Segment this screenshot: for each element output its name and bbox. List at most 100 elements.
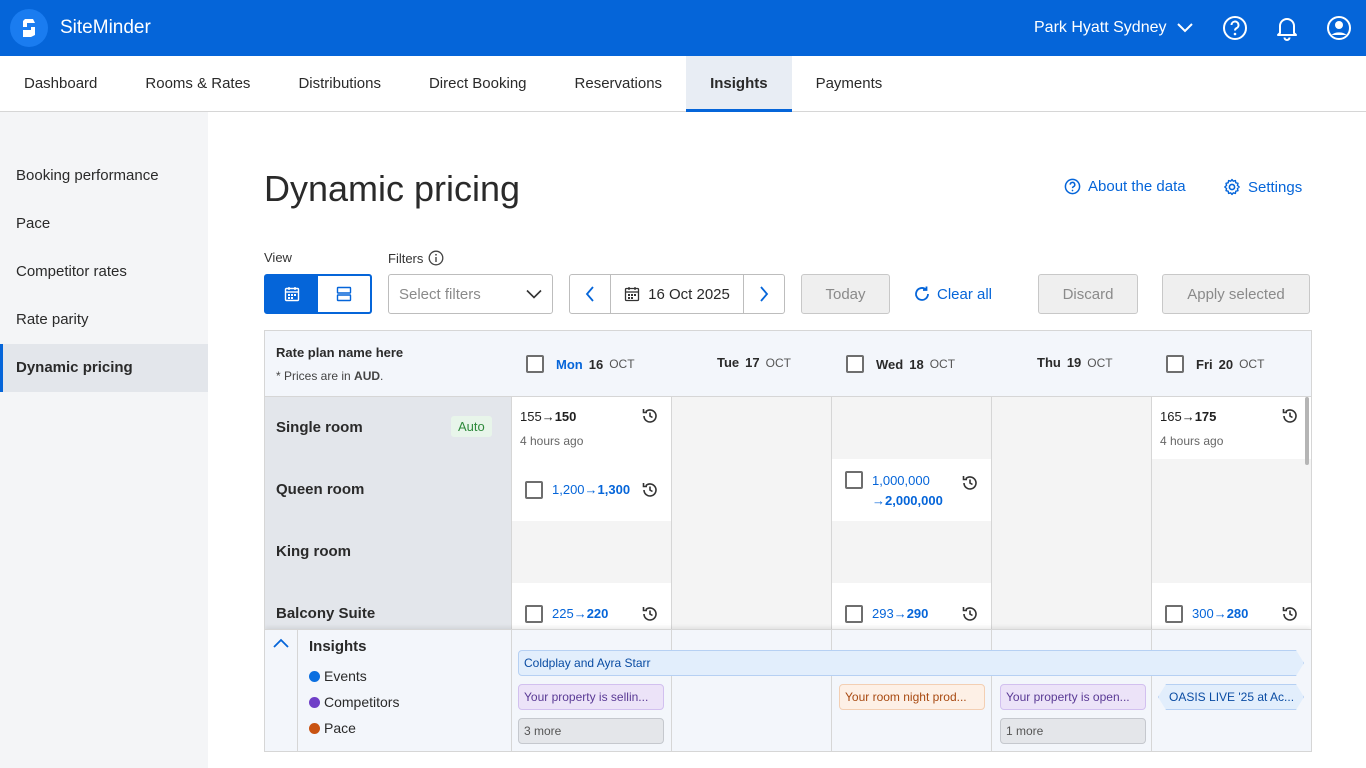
empty-cell [1152, 459, 1311, 521]
nav-dashboard[interactable]: Dashboard [0, 56, 121, 112]
day-name: Wed [876, 356, 904, 372]
select-column-checkbox[interactable] [846, 355, 864, 373]
insights-column [672, 630, 832, 751]
table-row: Queen room 1,200→1,300 1,000,000 →2,000,0… [265, 459, 1311, 521]
price-checkbox[interactable] [845, 471, 863, 489]
price-change: 165→175 [1160, 409, 1217, 424]
sidebar-item-rate-parity[interactable]: Rate parity [0, 296, 208, 344]
month: OCT [929, 357, 956, 371]
help-icon[interactable] [1222, 15, 1248, 41]
nav-rooms-rates[interactable]: Rooms & Rates [121, 56, 274, 112]
history-icon[interactable] [641, 605, 659, 623]
competitor-insight-chip[interactable]: Your property is sellin... [518, 684, 664, 710]
pace-insight-chip[interactable]: Your room night prod... [839, 684, 985, 710]
chevron-up-icon [273, 638, 289, 648]
price-checkbox[interactable] [525, 605, 543, 623]
room-name: Queen room [276, 481, 365, 498]
price-to: 220 [586, 606, 609, 621]
price-from: 165 [1160, 409, 1182, 424]
filters-select[interactable]: Select filters [388, 274, 553, 314]
price-change: 293→290 [872, 606, 929, 621]
view-toggle [264, 274, 372, 314]
legend-competitors: Competitors [309, 694, 399, 710]
settings-link[interactable]: Settings [1223, 178, 1302, 196]
nav-direct-booking[interactable]: Direct Booking [405, 56, 551, 112]
event-chip-coldplay[interactable]: Coldplay and Ayra Starr [518, 650, 1304, 676]
calendar-view-button[interactable] [266, 276, 318, 312]
empty-cell [992, 397, 1152, 459]
user-account-icon[interactable] [1326, 15, 1352, 41]
nav-distributions[interactable]: Distributions [274, 56, 405, 112]
price-to: 2,000,000 [885, 493, 943, 508]
select-column-checkbox[interactable] [1166, 355, 1184, 373]
price-from: 293 [872, 606, 894, 621]
previous-date-button[interactable] [570, 275, 610, 313]
next-date-button[interactable] [744, 275, 784, 313]
month: OCT [1239, 357, 1265, 371]
price-change: 225→220 [552, 606, 609, 621]
sidebar-item-booking-performance[interactable]: Booking performance [0, 152, 208, 200]
discard-button[interactable]: Discard [1038, 274, 1138, 314]
date-field[interactable]: 16 Oct 2025 [610, 275, 744, 313]
legend-label: Events [324, 668, 367, 684]
chevron-down-icon [526, 289, 542, 299]
auto-badge: Auto [451, 416, 492, 437]
empty-cell [992, 521, 1152, 583]
day-header-mon: Mon 16 OCT [526, 355, 635, 373]
price-to: 1,300 [597, 482, 631, 497]
price-to: 290 [906, 606, 929, 621]
day-name: Fri [1196, 356, 1213, 372]
sidebar-item-dynamic-pricing[interactable]: Dynamic pricing [0, 344, 208, 392]
price-checkbox[interactable] [845, 605, 863, 623]
currency-code: AUD [354, 369, 381, 383]
page-title: Dynamic pricing [264, 168, 521, 209]
nav-reservations[interactable]: Reservations [551, 56, 687, 112]
select-column-checkbox[interactable] [526, 355, 544, 373]
bell-icon[interactable] [1274, 15, 1300, 41]
competitor-insight-chip[interactable]: Your property is open... [1000, 684, 1146, 710]
history-icon[interactable] [1281, 407, 1299, 425]
apply-selected-button[interactable]: Apply selected [1162, 274, 1310, 314]
price-checkbox[interactable] [1165, 605, 1183, 623]
sidebar-item-pace[interactable]: Pace [0, 200, 208, 248]
property-name: Park Hyatt Sydney [1034, 19, 1167, 36]
history-icon[interactable] [961, 605, 979, 623]
more-insights-chip[interactable]: 3 more [518, 718, 664, 744]
insights-panel: Insights Events Competitors Pace Coldpla… [265, 629, 1311, 751]
grid-scrollbar[interactable] [1305, 397, 1309, 465]
list-view-button[interactable] [318, 276, 370, 312]
room-name: Single room [276, 419, 363, 436]
nav-payments[interactable]: Payments [792, 56, 907, 112]
price-cell: 165→175 4 hours ago [1152, 397, 1311, 459]
price-checkbox[interactable] [525, 481, 543, 499]
calendar-icon [284, 287, 300, 302]
clear-all-button[interactable]: Clear all [913, 274, 992, 314]
day-number: 16 [588, 356, 604, 372]
insights-legend: Insights Events Competitors Pace [265, 630, 512, 751]
sidebar-item-competitor-rates[interactable]: Competitor rates [0, 248, 208, 296]
price-currency-note: * Prices are in AUD. [276, 369, 384, 383]
price-to: 175 [1194, 409, 1217, 424]
history-icon[interactable] [641, 481, 659, 499]
day-name: Mon [556, 356, 583, 372]
nav-insights[interactable]: Insights [686, 56, 792, 112]
gear-icon [1224, 178, 1240, 196]
siteminder-logo[interactable] [10, 9, 48, 47]
today-button[interactable]: Today [801, 274, 890, 314]
history-icon[interactable] [1281, 605, 1299, 623]
legend-dot [309, 722, 320, 734]
info-icon[interactable] [428, 250, 444, 266]
event-chip-oasis[interactable]: OASIS LIVE '25 at Ac... [1158, 684, 1304, 710]
empty-cell [1152, 521, 1311, 583]
property-selector[interactable]: Park Hyatt Sydney [1034, 0, 1193, 56]
history-icon[interactable] [641, 407, 659, 425]
price-to: 150 [554, 409, 577, 424]
day-number: 19 [1066, 355, 1082, 370]
empty-cell [512, 521, 672, 583]
collapse-insights-button[interactable] [265, 630, 298, 751]
filters-label-group: Filters [388, 250, 444, 266]
about-the-data-link[interactable]: About the data [1064, 178, 1186, 195]
more-insights-chip[interactable]: 1 more [1000, 718, 1146, 744]
history-icon[interactable] [961, 474, 979, 492]
day-name: Thu [1037, 355, 1061, 370]
